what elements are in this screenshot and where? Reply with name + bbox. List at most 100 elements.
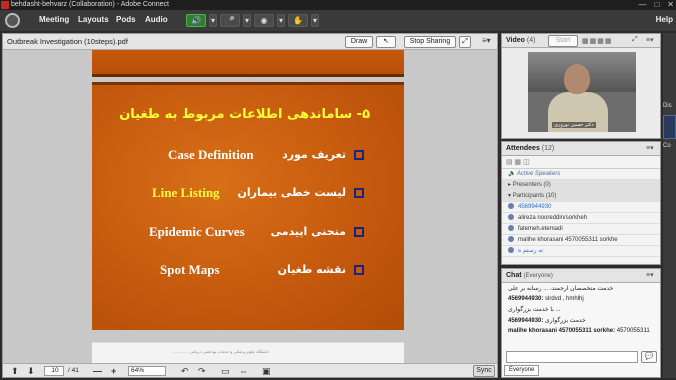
- pod-menu-icon[interactable]: ≡▾: [482, 36, 491, 45]
- slide-row: Spot Maps نقشه طغیان: [92, 262, 404, 280]
- window-titlebar: behdasht-behvarz (Collaboration) - Adobe…: [0, 0, 676, 10]
- pointer-icon[interactable]: ↖: [376, 36, 396, 48]
- print-icon[interactable]: ▣: [262, 365, 271, 377]
- raise-hand-icon[interactable]: ✋: [288, 14, 308, 27]
- slide-title: ۵- ساماندهی اطلاعات مربوط به طغیان: [119, 107, 370, 122]
- presenters-group[interactable]: ▸ Presenters (0): [502, 180, 660, 191]
- chat-message-input[interactable]: [506, 351, 638, 363]
- pod-menu-icon[interactable]: ≡▾: [646, 271, 654, 279]
- pod-menu-icon[interactable]: ≡▾: [646, 144, 654, 152]
- status-dropdown-icon[interactable]: ▾: [311, 14, 319, 27]
- user-icon: [508, 214, 514, 221]
- zoom-select[interactable]: 64%: [128, 366, 166, 376]
- video-pod-header: Video (4) Start ▦▦▦▦ ⤢ ≡▾: [502, 34, 660, 48]
- slide-row-english: Spot Maps: [160, 262, 220, 277]
- fullscreen-icon[interactable]: ⤢: [632, 36, 638, 44]
- zoom-out-icon[interactable]: —: [93, 365, 102, 377]
- speaker-dropdown-icon[interactable]: ▾: [209, 14, 217, 27]
- window-controls: — □ ✕: [638, 0, 674, 10]
- slide-row-english: Epidemic Curves: [149, 224, 245, 239]
- video-name-tag: دکتر حسین نوروزی: [552, 122, 596, 128]
- attendees-pod: Attendees (12) ≡▾ ▤ ▦ ◫ 🔈 Active Speaker…: [501, 141, 661, 265]
- window-title: behdasht-behvarz (Collaboration) - Adobe…: [11, 1, 169, 8]
- pod-menu-icon[interactable]: ≡▾: [646, 36, 654, 44]
- chat-tab-everyone[interactable]: Everyone: [504, 365, 540, 376]
- menu-meeting[interactable]: Meeting: [39, 15, 69, 24]
- list-item[interactable]: alireza nooreddin/sorkheh: [502, 213, 660, 224]
- square-bullet-icon: [354, 227, 364, 237]
- next-page-icon[interactable]: ⬇: [27, 365, 35, 377]
- attendee-view-toggles[interactable]: ▤ ▦ ◫: [502, 156, 660, 169]
- square-bullet-icon: [354, 150, 364, 160]
- mic-dropdown-icon[interactable]: ▾: [243, 14, 251, 27]
- sync-button[interactable]: Sync: [473, 365, 495, 377]
- video-layout-icons[interactable]: ▦▦▦▦: [582, 37, 612, 45]
- adobe-connect-icon: [1, 1, 9, 9]
- presenter-video-feed[interactable]: دکتر حسین نوروزی: [528, 52, 636, 132]
- fit-width-icon[interactable]: ⇔: [239, 365, 248, 377]
- draw-button[interactable]: Draw: [345, 36, 373, 48]
- user-icon: [508, 203, 514, 210]
- chat-message: خدمت متخصصان ارجمند، ... رسانه بر علی: [508, 286, 614, 292]
- main-menubar: Meeting Layouts Pods Audio 🔊 ▾ 🎤 ▾ ◉ ▾ ✋…: [0, 10, 676, 31]
- redo-icon[interactable]: ↷: [198, 365, 206, 377]
- zoom-in-icon[interactable]: +: [111, 365, 116, 377]
- page-number-input[interactable]: 10: [44, 366, 64, 376]
- chat-message: 4569944930: خدمت بزرگواری: [508, 318, 586, 324]
- slide-row: Case Definition تعریف مورد: [92, 147, 404, 165]
- menu-audio[interactable]: Audio: [145, 15, 168, 24]
- speaker-icon: 🔈: [508, 171, 517, 177]
- page-total: / 41: [68, 367, 79, 374]
- minimize-button[interactable]: —: [638, 0, 646, 10]
- user-icon: [508, 236, 514, 243]
- menu-layouts[interactable]: Layouts: [78, 15, 109, 24]
- next-slide-header: دانشگاه علوم پزشکی و خدمات بهداشتی درمان…: [172, 349, 270, 354]
- chat-pod-title: Chat (Everyone): [506, 272, 553, 279]
- slide-row-persian: تعریف مورد: [282, 148, 346, 161]
- video-pod: Video (4) Start ▦▦▦▦ ⤢ ≡▾ دکتر حسین نورو…: [501, 33, 661, 139]
- send-chat-icon[interactable]: 💬: [641, 351, 657, 363]
- right-pod-column: Video (4) Start ▦▦▦▦ ⤢ ≡▾ دکتر حسین نورو…: [501, 33, 661, 378]
- slide-row-persian: لیست خطی بیماران: [237, 186, 346, 199]
- connect-logo-icon: [5, 13, 20, 28]
- edge-label-co: Co: [663, 143, 671, 149]
- list-item[interactable]: fatemeh.etemadi: [502, 224, 660, 235]
- chat-pod: Chat (Everyone) ≡▾ خدمت متخصصان ارجمند، …: [501, 268, 661, 378]
- slide-row-english: Line Listing: [152, 185, 220, 200]
- video-pod-title: Video (4): [506, 37, 536, 44]
- edge-panel-block[interactable]: [663, 115, 676, 139]
- stop-sharing-button[interactable]: Stop Sharing: [404, 36, 456, 48]
- edge-label-dis: Dis: [663, 103, 672, 109]
- slide-row: Epidemic Curves منحنی اپیدمی: [92, 224, 404, 242]
- first-page-icon[interactable]: ⬆: [11, 365, 19, 377]
- fullscreen-icon[interactable]: ⤢: [459, 36, 471, 48]
- undo-icon[interactable]: ↶: [181, 365, 189, 377]
- menu-pods[interactable]: Pods: [116, 15, 136, 24]
- participants-group[interactable]: ▾ Participants (10): [502, 191, 660, 202]
- next-slide-fragment: دانشگاه علوم پزشکی و خدمات بهداشتی درمان…: [92, 342, 404, 363]
- maximize-button[interactable]: □: [654, 0, 659, 10]
- document-title: Outbreak Investigation (10steps).pdf: [7, 37, 128, 46]
- speaker-icon[interactable]: 🔊: [186, 14, 206, 27]
- fit-page-icon[interactable]: ▭: [221, 365, 230, 377]
- document-toolbar: ⬆ ⬇ 10 / 41 — + 64% ↶ ↷ ▭ ⇔ ▣ Sync: [3, 363, 497, 377]
- active-speakers-row: 🔈 Active Speakers: [502, 169, 660, 180]
- current-slide: ۵- ساماندهی اطلاعات مربوط به طغیان Case …: [92, 82, 404, 330]
- list-item[interactable]: نه رستم ه: [502, 246, 660, 257]
- webcam-icon[interactable]: ◉: [254, 14, 274, 27]
- slide-row: Line Listing لیست خطی بیماران: [92, 185, 404, 203]
- webcam-dropdown-icon[interactable]: ▾: [277, 14, 285, 27]
- document-viewer[interactable]: ۵- ساماندهی اطلاعات مربوط به طغیان Case …: [3, 50, 497, 363]
- chat-message: 4569944930: slrdvd , hmhlhj: [508, 296, 584, 302]
- square-bullet-icon: [354, 265, 364, 275]
- menu-help[interactable]: Help: [656, 15, 673, 24]
- list-item[interactable]: malihe khorasani 4570055311 sorkhe: [502, 235, 660, 246]
- user-icon: [508, 225, 514, 232]
- microphone-icon[interactable]: 🎤: [220, 14, 240, 27]
- slide-row-english: Case Definition: [168, 147, 254, 162]
- slide-row-persian: نقشه طغیان: [277, 263, 346, 276]
- close-window-button[interactable]: ✕: [667, 0, 674, 10]
- presenter-head: [564, 64, 590, 94]
- list-item[interactable]: 4569944930: [502, 202, 660, 213]
- start-webcam-button[interactable]: Start: [548, 35, 578, 47]
